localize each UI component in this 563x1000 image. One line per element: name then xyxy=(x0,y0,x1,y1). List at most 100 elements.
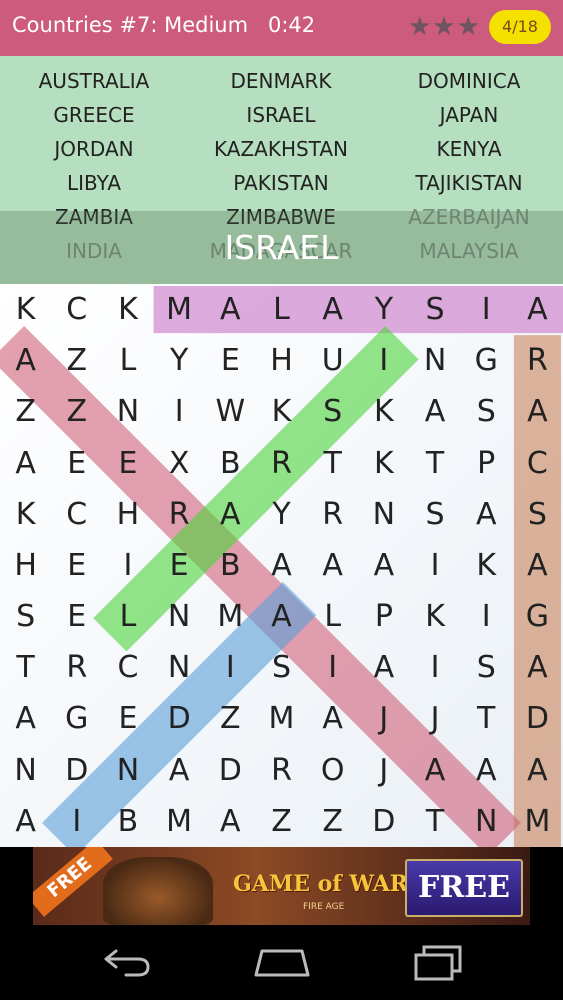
grid-cell[interactable]: N xyxy=(154,591,205,642)
grid-cell[interactable]: L xyxy=(256,284,307,335)
grid-cell[interactable]: S xyxy=(461,642,512,693)
grid-cell[interactable]: S xyxy=(409,489,460,540)
grid-cell[interactable]: T xyxy=(0,642,51,693)
grid-cell[interactable]: A xyxy=(205,796,256,847)
grid-cell[interactable]: E xyxy=(102,438,153,489)
grid-cell[interactable]: A xyxy=(205,284,256,335)
grid-cell[interactable]: A xyxy=(256,591,307,642)
grid-cell[interactable]: L xyxy=(102,335,153,386)
grid-cell[interactable]: S xyxy=(256,642,307,693)
grid-cell[interactable]: K xyxy=(0,489,51,540)
grid-cell[interactable]: I xyxy=(307,642,358,693)
grid-cell[interactable]: Y xyxy=(358,284,409,335)
grid-cell[interactable]: M xyxy=(512,796,563,847)
ad-banner[interactable]: FREE GAME of WAR FIRE AGE FREE xyxy=(33,847,530,925)
grid-cell[interactable]: Z xyxy=(51,335,102,386)
grid-cell[interactable]: I xyxy=(461,591,512,642)
grid-cell[interactable]: Z xyxy=(205,693,256,744)
grid-cell[interactable]: R xyxy=(512,335,563,386)
grid-cell[interactable]: R xyxy=(307,489,358,540)
grid-cell[interactable]: A xyxy=(512,540,563,591)
grid-cell[interactable]: A xyxy=(307,284,358,335)
grid-cell[interactable]: N xyxy=(102,386,153,437)
grid-cell[interactable]: A xyxy=(409,745,460,796)
grid-cell[interactable]: C xyxy=(102,642,153,693)
grid-cell[interactable]: B xyxy=(205,438,256,489)
grid-cell[interactable]: E xyxy=(51,438,102,489)
grid-cell[interactable]: A xyxy=(0,438,51,489)
grid-cell[interactable]: E xyxy=(51,540,102,591)
grid-cell[interactable]: K xyxy=(256,386,307,437)
grid-cell[interactable]: K xyxy=(358,438,409,489)
grid-cell[interactable]: J xyxy=(358,693,409,744)
grid-cell[interactable]: K xyxy=(461,540,512,591)
back-arrow-icon[interactable] xyxy=(98,943,154,983)
grid-cell[interactable]: C xyxy=(512,438,563,489)
grid-cell[interactable]: A xyxy=(205,489,256,540)
grid-cell[interactable]: S xyxy=(461,386,512,437)
grid-cell[interactable]: D xyxy=(51,745,102,796)
grid-cell[interactable]: T xyxy=(461,693,512,744)
grid-cell[interactable]: I xyxy=(461,284,512,335)
grid-cell[interactable]: H xyxy=(0,540,51,591)
grid-cell[interactable]: I xyxy=(409,540,460,591)
grid-cell[interactable]: C xyxy=(51,284,102,335)
grid-cell[interactable]: Z xyxy=(256,796,307,847)
recent-apps-icon[interactable] xyxy=(410,943,466,983)
grid-cell[interactable]: A xyxy=(358,642,409,693)
grid-cell[interactable]: X xyxy=(154,438,205,489)
grid-cell[interactable]: K xyxy=(0,284,51,335)
grid-cell[interactable]: B xyxy=(102,796,153,847)
grid-cell[interactable]: S xyxy=(512,489,563,540)
grid-cell[interactable]: A xyxy=(0,335,51,386)
grid-cell[interactable]: R xyxy=(256,438,307,489)
grid-cell[interactable]: M xyxy=(154,284,205,335)
grid-cell[interactable]: A xyxy=(307,693,358,744)
grid-cell[interactable]: A xyxy=(0,796,51,847)
grid-cell[interactable]: N xyxy=(461,796,512,847)
grid-cell[interactable]: S xyxy=(409,284,460,335)
grid-cell[interactable]: J xyxy=(358,745,409,796)
grid-cell[interactable]: A xyxy=(512,284,563,335)
grid-cell[interactable]: E xyxy=(51,591,102,642)
grid-cell[interactable]: Z xyxy=(51,386,102,437)
grid-cell[interactable]: I xyxy=(102,540,153,591)
grid-cell[interactable]: Z xyxy=(307,796,358,847)
grid-cell[interactable]: D xyxy=(154,693,205,744)
grid-cell[interactable]: R xyxy=(51,642,102,693)
grid-cell[interactable]: I xyxy=(205,642,256,693)
grid-cell[interactable]: I xyxy=(358,335,409,386)
grid-cell[interactable]: A xyxy=(256,540,307,591)
grid-cell[interactable]: A xyxy=(358,540,409,591)
grid-cell[interactable]: R xyxy=(256,745,307,796)
grid-cell[interactable]: I xyxy=(51,796,102,847)
grid-cell[interactable]: Y xyxy=(256,489,307,540)
grid-cell[interactable]: K xyxy=(409,591,460,642)
grid-cell[interactable]: A xyxy=(409,386,460,437)
grid-cell[interactable]: G xyxy=(461,335,512,386)
grid-cell[interactable]: A xyxy=(512,745,563,796)
grid-cell[interactable]: E xyxy=(102,693,153,744)
grid-cell[interactable]: N xyxy=(409,335,460,386)
grid-cell[interactable]: A xyxy=(512,386,563,437)
grid-cell[interactable]: D xyxy=(358,796,409,847)
grid-cell[interactable]: J xyxy=(409,693,460,744)
grid-cell[interactable]: T xyxy=(307,438,358,489)
grid-cell[interactable]: A xyxy=(0,693,51,744)
grid-cell[interactable]: P xyxy=(461,438,512,489)
grid-cell[interactable]: C xyxy=(51,489,102,540)
grid-cell[interactable]: O xyxy=(307,745,358,796)
home-icon[interactable] xyxy=(252,943,312,983)
grid-cell[interactable]: G xyxy=(51,693,102,744)
grid-cell[interactable]: G xyxy=(512,591,563,642)
grid-cell[interactable]: T xyxy=(409,438,460,489)
grid-cell[interactable]: A xyxy=(461,489,512,540)
grid-cell[interactable]: T xyxy=(409,796,460,847)
grid-cell[interactable]: K xyxy=(358,386,409,437)
grid-cell[interactable]: N xyxy=(102,745,153,796)
grid-cell[interactable]: M xyxy=(154,796,205,847)
grid-cell[interactable]: E xyxy=(205,335,256,386)
grid-cell[interactable]: H xyxy=(102,489,153,540)
grid-cell[interactable]: A xyxy=(307,540,358,591)
grid-cell[interactable]: M xyxy=(256,693,307,744)
